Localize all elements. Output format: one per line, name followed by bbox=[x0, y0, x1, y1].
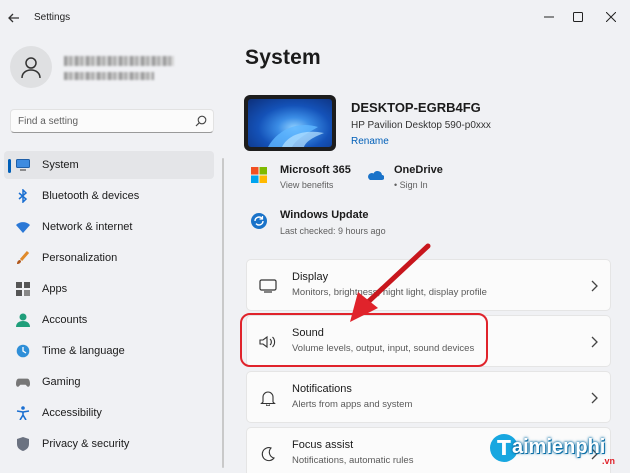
close-button[interactable] bbox=[598, 6, 624, 28]
sidebar-item-label: System bbox=[42, 159, 79, 171]
bell-icon bbox=[259, 389, 277, 407]
sidebar-item-time-language[interactable]: Time & language bbox=[4, 337, 214, 365]
apps-icon bbox=[16, 282, 30, 296]
accessibility-icon bbox=[16, 406, 30, 420]
chevron-right-icon bbox=[591, 336, 598, 348]
card-title: Display bbox=[292, 271, 329, 283]
watermark-text: aimienphi bbox=[512, 436, 606, 458]
back-arrow-icon[interactable] bbox=[6, 10, 22, 26]
selection-indicator bbox=[8, 159, 11, 173]
sidebar-item-label: Gaming bbox=[42, 376, 81, 388]
bluetooth-icon bbox=[16, 189, 30, 203]
sidebar-item-label: Apps bbox=[42, 283, 68, 295]
sidebar-item-privacy-security[interactable]: Privacy & security bbox=[4, 430, 214, 458]
device-thumbnail bbox=[244, 95, 336, 151]
monitor-icon bbox=[16, 158, 30, 172]
settings-window: Settings Find a setting System Bluetooth… bbox=[0, 0, 630, 473]
card-title: Focus assist bbox=[292, 439, 354, 451]
service-subtitle: Last checked: 9 hours ago bbox=[280, 226, 386, 236]
device-name: DESKTOP-EGRB4FG bbox=[351, 100, 481, 115]
user-name-redacted bbox=[64, 56, 174, 66]
brush-icon bbox=[16, 251, 30, 265]
avatar[interactable] bbox=[10, 46, 52, 88]
service-subtitle: • Sign In bbox=[394, 180, 428, 190]
watermark-suffix: .vn bbox=[602, 456, 616, 466]
device-model: HP Pavilion Desktop 590-p0xxx bbox=[351, 120, 491, 131]
maximize-icon bbox=[573, 12, 583, 22]
sidebar-item-label: Bluetooth & devices bbox=[42, 190, 140, 202]
title-bar: Settings bbox=[0, 0, 630, 36]
sidebar-item-label: Time & language bbox=[42, 345, 125, 357]
service-title: Microsoft 365 bbox=[280, 164, 351, 176]
sidebar-item-system[interactable]: System bbox=[4, 151, 214, 179]
maximize-button[interactable] bbox=[565, 6, 591, 28]
sidebar-item-accounts[interactable]: Accounts bbox=[4, 306, 214, 334]
windows-bloom-wallpaper bbox=[248, 99, 332, 147]
chevron-right-icon bbox=[591, 280, 598, 292]
rename-link[interactable]: Rename bbox=[351, 136, 389, 147]
sidebar-item-label: Network & internet bbox=[42, 221, 133, 233]
sidebar-item-network[interactable]: Network & internet bbox=[4, 213, 214, 241]
display-icon bbox=[259, 277, 277, 295]
person-icon bbox=[21, 57, 41, 79]
sidebar-item-label: Personalization bbox=[42, 252, 118, 264]
taimienphi-watermark: T aimienphi .vn bbox=[490, 432, 626, 470]
wifi-icon bbox=[16, 220, 30, 234]
sidebar-item-label: Privacy & security bbox=[42, 438, 130, 450]
gamepad-icon bbox=[16, 375, 30, 389]
minimize-icon bbox=[544, 16, 554, 18]
service-title: OneDrive bbox=[394, 164, 443, 176]
card-subtitle: Alerts from apps and system bbox=[292, 399, 413, 410]
sidebar-item-apps[interactable]: Apps bbox=[4, 275, 214, 303]
microsoft-365-icon bbox=[251, 167, 267, 183]
search-placeholder: Find a setting bbox=[18, 116, 79, 127]
service-subtitle: View benefits bbox=[280, 180, 334, 190]
moon-icon bbox=[259, 445, 277, 463]
sidebar-item-label: Accounts bbox=[42, 314, 88, 326]
card-subtitle: Notifications, automatic rules bbox=[292, 455, 414, 466]
globe-clock-icon bbox=[16, 344, 30, 358]
onedrive-icon bbox=[368, 171, 384, 180]
search-icon bbox=[195, 115, 207, 127]
card-title: Notifications bbox=[292, 383, 352, 395]
chevron-right-icon bbox=[591, 392, 598, 404]
sidebar-item-label: Accessibility bbox=[42, 407, 102, 419]
close-icon bbox=[606, 12, 616, 22]
sidebar-item-gaming[interactable]: Gaming bbox=[4, 368, 214, 396]
window-title: Settings bbox=[34, 12, 71, 23]
sidebar-scrollbar[interactable] bbox=[222, 158, 224, 468]
windows-update-icon bbox=[251, 213, 267, 229]
red-pointer-arrow bbox=[350, 243, 431, 322]
minimize-button[interactable] bbox=[536, 6, 562, 28]
service-title: Windows Update bbox=[280, 209, 369, 221]
sidebar-item-accessibility[interactable]: Accessibility bbox=[4, 399, 214, 427]
user-email-redacted bbox=[64, 72, 154, 80]
shield-icon bbox=[16, 437, 30, 451]
page-title: System bbox=[245, 46, 321, 69]
search-input[interactable]: Find a setting bbox=[10, 109, 214, 133]
sidebar-item-bluetooth[interactable]: Bluetooth & devices bbox=[4, 182, 214, 210]
person-icon bbox=[16, 313, 30, 327]
notifications-card[interactable]: Notifications Alerts from apps and syste… bbox=[246, 371, 611, 423]
sidebar-item-personalization[interactable]: Personalization bbox=[4, 244, 214, 272]
